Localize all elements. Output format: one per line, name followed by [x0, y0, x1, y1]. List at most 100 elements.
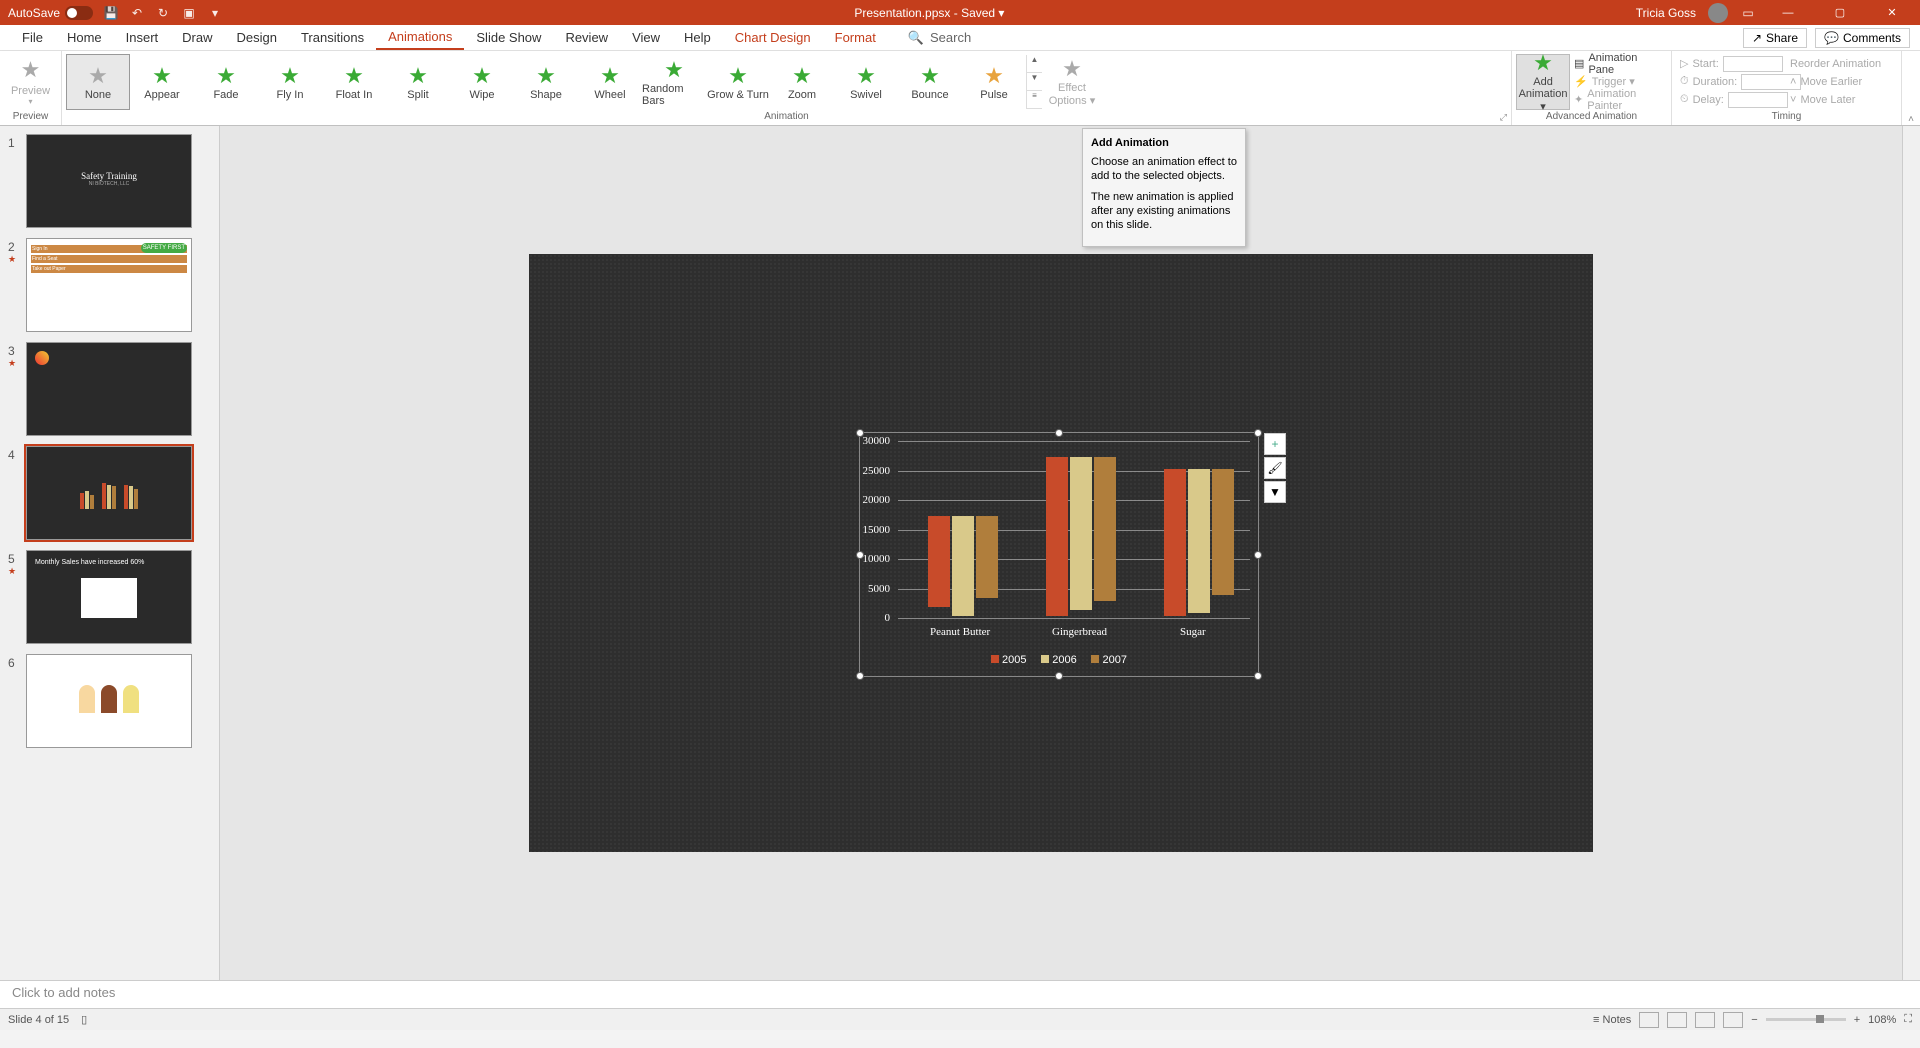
tab-home[interactable]: Home — [55, 26, 114, 49]
resize-handle[interactable] — [1254, 672, 1262, 680]
minimize-button[interactable]: — — [1768, 7, 1808, 19]
avatar[interactable] — [1708, 3, 1728, 23]
chart-legend[interactable]: 2005 2006 2007 — [860, 654, 1258, 666]
effect-options-button[interactable]: ★ Effect Options ▾ — [1042, 54, 1102, 110]
anim-split[interactable]: ★Split — [386, 54, 450, 110]
anim-pulse[interactable]: ★Pulse — [962, 54, 1026, 110]
maximize-button[interactable]: ▢ — [1820, 6, 1860, 19]
zoom-level[interactable]: 108% — [1868, 1014, 1896, 1026]
resize-handle[interactable] — [1055, 672, 1063, 680]
anim-wipe[interactable]: ★Wipe — [450, 54, 514, 110]
add-animation-button[interactable]: ★ Add Animation ▾ — [1516, 54, 1570, 110]
tab-review[interactable]: Review — [553, 26, 620, 49]
slide-thumb-2[interactable]: SAFETY FIRST Sign InFind a SeatTake out … — [26, 238, 192, 332]
zoom-out-button[interactable]: − — [1751, 1014, 1757, 1026]
anim-zoom[interactable]: ★Zoom — [770, 54, 834, 110]
notes-pane[interactable]: Click to add notes — [0, 980, 1920, 1008]
tab-animations[interactable]: Animations — [376, 25, 464, 50]
save-icon[interactable]: 💾 — [103, 5, 119, 21]
present-icon[interactable]: ▣ — [181, 5, 197, 21]
animation-pane-button[interactable]: ▤Animation Pane — [1570, 55, 1667, 73]
zoom-in-button[interactable]: + — [1854, 1014, 1860, 1026]
share-button[interactable]: ↗ Share — [1743, 28, 1807, 48]
anim-fade[interactable]: ★Fade — [194, 54, 258, 110]
move-later-button[interactable]: ˅Move Later — [1786, 91, 1896, 109]
slide-thumb-1[interactable]: Safety Training NI BIOTECH, LLC — [26, 134, 192, 228]
resize-handle[interactable] — [856, 672, 864, 680]
notes-button[interactable]: ≡ Notes — [1593, 1014, 1631, 1026]
slide-editor[interactable]: + 🖌 ▼ 050001000015000200002500030000 Pea… — [220, 126, 1902, 980]
bar-2007-Gingerbread[interactable] — [1094, 457, 1116, 602]
document-title[interactable]: Presentation.ppsx - Saved ▾ — [223, 6, 1636, 20]
tab-format[interactable]: Format — [823, 26, 888, 49]
resize-handle[interactable] — [1055, 429, 1063, 437]
start-input[interactable] — [1723, 56, 1783, 72]
anim-swivel[interactable]: ★Swivel — [834, 54, 898, 110]
animation-gallery[interactable]: ★None ★Appear ★Fade ★Fly In ★Float In ★S… — [66, 54, 1026, 110]
slide-counter[interactable]: Slide 4 of 15 — [8, 1014, 69, 1026]
bar-2006-Gingerbread[interactable] — [1070, 457, 1092, 610]
close-button[interactable]: ✕ — [1872, 6, 1912, 19]
ribbon-mode-icon[interactable]: ▭ — [1740, 5, 1756, 21]
chart-filter-button[interactable]: ▼ — [1264, 481, 1286, 503]
vertical-scrollbar[interactable] — [1902, 126, 1920, 980]
tab-draw[interactable]: Draw — [170, 26, 224, 49]
bar-2007-Sugar[interactable] — [1212, 469, 1234, 596]
bar-2005-PeanutButter[interactable] — [928, 516, 950, 607]
autosave-toggle[interactable]: AutoSave — [8, 6, 93, 20]
bar-2006-Sugar[interactable] — [1188, 469, 1210, 614]
tab-insert[interactable]: Insert — [114, 26, 171, 49]
bar-2005-Gingerbread[interactable] — [1046, 457, 1068, 616]
preview-button[interactable]: ★ Preview ▾ — [4, 54, 57, 110]
anim-wheel[interactable]: ★Wheel — [578, 54, 642, 110]
comments-button[interactable]: 💬 Comments — [1815, 28, 1910, 48]
chart-styles-button[interactable]: 🖌 — [1264, 457, 1286, 479]
collapse-ribbon-icon[interactable]: ˄ — [1902, 51, 1920, 125]
move-earlier-button[interactable]: ˄Move Earlier — [1786, 73, 1896, 91]
toggle-switch[interactable] — [65, 6, 93, 20]
resize-handle[interactable] — [1254, 429, 1262, 437]
gallery-scroll[interactable]: ▲▼≡ — [1026, 55, 1042, 109]
anim-appear[interactable]: ★Appear — [130, 54, 194, 110]
tab-slideshow[interactable]: Slide Show — [464, 26, 553, 49]
tab-view[interactable]: View — [620, 26, 672, 49]
slide-thumb-3[interactable] — [26, 342, 192, 436]
chart-plot-area[interactable]: 050001000015000200002500030000 — [898, 441, 1250, 616]
slide-thumb-4[interactable] — [26, 446, 192, 540]
zoom-slider[interactable] — [1766, 1018, 1846, 1021]
tab-help[interactable]: Help — [672, 26, 723, 49]
more-icon[interactable]: ▾ — [207, 5, 223, 21]
accessibility-icon[interactable]: ▯ — [81, 1013, 87, 1026]
bar-2005-Sugar[interactable] — [1164, 469, 1186, 617]
undo-icon[interactable]: ↶ — [129, 5, 145, 21]
slide-thumb-6[interactable] — [26, 654, 192, 748]
slideshow-view-button[interactable] — [1723, 1012, 1743, 1028]
slide-canvas[interactable]: + 🖌 ▼ 050001000015000200002500030000 Pea… — [529, 254, 1593, 852]
bar-2007-PeanutButter[interactable] — [976, 516, 998, 599]
user-name[interactable]: Tricia Goss — [1636, 6, 1696, 20]
slide-thumbnails-panel[interactable]: 1 Safety Training NI BIOTECH, LLC 2★ SAF… — [0, 126, 220, 980]
bar-2006-PeanutButter[interactable] — [952, 516, 974, 616]
reading-view-button[interactable] — [1695, 1012, 1715, 1028]
tab-chart-design[interactable]: Chart Design — [723, 26, 823, 49]
redo-icon[interactable]: ↻ — [155, 5, 171, 21]
sorter-view-button[interactable] — [1667, 1012, 1687, 1028]
dialog-launcher-icon[interactable]: ⤢ — [1500, 112, 1507, 123]
anim-bounce[interactable]: ★Bounce — [898, 54, 962, 110]
anim-none[interactable]: ★None — [66, 54, 130, 110]
anim-flyin[interactable]: ★Fly In — [258, 54, 322, 110]
delay-input[interactable] — [1728, 92, 1788, 108]
search-box[interactable]: 🔍 Search — [908, 30, 971, 46]
slide-thumb-5[interactable]: Monthly Sales have increased 60% — [26, 550, 192, 644]
tab-design[interactable]: Design — [225, 26, 289, 49]
anim-floatin[interactable]: ★Float In — [322, 54, 386, 110]
resize-handle[interactable] — [1254, 551, 1262, 559]
anim-shape[interactable]: ★Shape — [514, 54, 578, 110]
animation-painter-button[interactable]: ✦Animation Painter — [1570, 91, 1667, 109]
tab-transitions[interactable]: Transitions — [289, 26, 376, 49]
anim-growturn[interactable]: ★Grow & Turn — [706, 54, 770, 110]
anim-randombars[interactable]: ★Random Bars — [642, 54, 706, 110]
normal-view-button[interactable] — [1639, 1012, 1659, 1028]
tab-file[interactable]: File — [10, 26, 55, 49]
fit-to-window-button[interactable]: ⛶ — [1904, 1013, 1912, 1026]
